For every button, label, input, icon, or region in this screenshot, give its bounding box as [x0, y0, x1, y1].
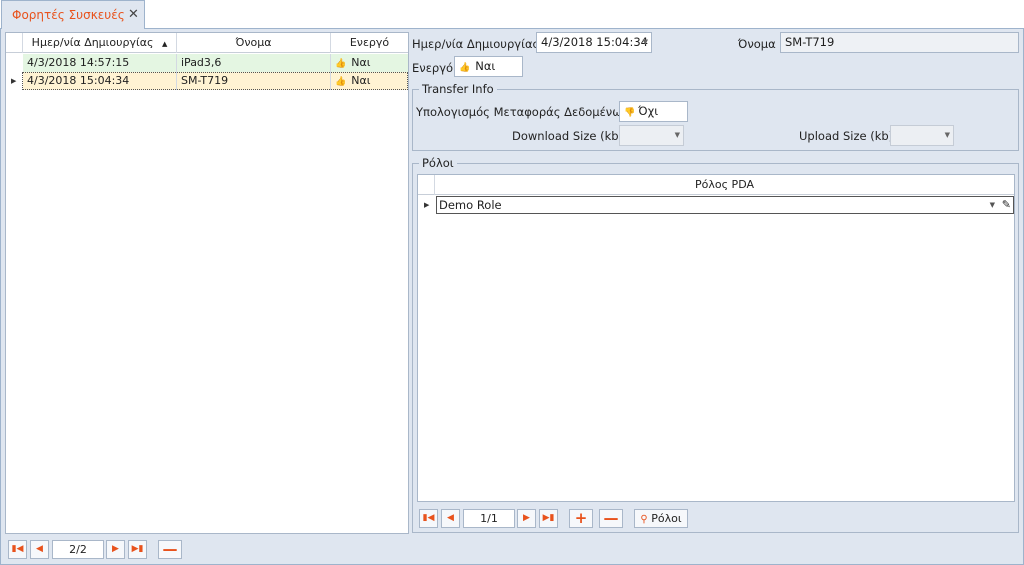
table-row[interactable]: 4/3/2018 14:57:15 iPad3,6 👍 Ναι: [6, 54, 408, 72]
data-transfer-calc-field[interactable]: 👎 Όχι: [619, 101, 688, 122]
name-label: Όνομα: [738, 37, 776, 51]
role-select-editor[interactable]: Demo Role ▼ ✎: [436, 196, 1014, 214]
thumbs-down-icon: 👎: [624, 108, 636, 118]
active-value: Ναι: [351, 56, 371, 69]
add-record-button[interactable]: +: [569, 509, 593, 528]
tab-mobile-devices[interactable]: Φορητές Συσκευές ✕: [1, 0, 145, 30]
tab-strip: [0, 0, 1024, 29]
data-transfer-calc-label: Υπολογισμός Μεταφοράς Δεδομένων: [416, 105, 629, 119]
column-header-created[interactable]: Ημερ/νία Δημιουργίας ▲: [23, 33, 177, 53]
table-row-selected[interactable]: ▶ 4/3/2018 15:04:34 SM-T719 👍 Ναι: [6, 72, 408, 90]
created-date-value: 4/3/2018 15:04:34: [541, 35, 648, 49]
thumbs-up-icon: 👍: [335, 77, 347, 87]
created-date-field[interactable]: 4/3/2018 15:04:34 ▼: [536, 32, 652, 53]
cell-name: SM-T719: [177, 72, 331, 90]
first-record-button[interactable]: ▮◀: [419, 509, 438, 528]
column-header-active[interactable]: Ενεργό: [331, 33, 408, 53]
devices-grid: Ημερ/νία Δημιουργίας ▲ Όνομα Ενεργό 4/3/…: [5, 32, 409, 534]
roles-lookup-button[interactable]: ⚲ Ρόλοι: [634, 509, 688, 528]
active-value: Ναι: [351, 74, 371, 87]
upload-size-field[interactable]: ▼: [890, 125, 954, 146]
roles-title: Ρόλοι: [419, 156, 457, 170]
column-header-label: Ημερ/νία Δημιουργίας: [31, 36, 154, 49]
grid-header: Ημερ/νία Δημιουργίας ▲ Όνομα Ενεργό: [6, 33, 408, 53]
close-icon[interactable]: ✕: [128, 7, 139, 22]
last-record-button[interactable]: ▶▮: [539, 509, 558, 528]
remove-record-button[interactable]: —: [158, 540, 182, 559]
active-field-value: Ναι: [475, 59, 496, 73]
download-size-field[interactable]: ▼: [619, 125, 684, 146]
upload-size-label: Upload Size (kb): [799, 129, 894, 143]
row-indicator-icon: ▶: [11, 77, 17, 85]
previous-record-button[interactable]: ◀: [30, 540, 49, 559]
dropdown-arrow-icon[interactable]: ▼: [990, 197, 995, 213]
roles-grid: Ρόλος PDA ▶ Demo Role ▼ ✎: [417, 174, 1015, 502]
remove-record-button[interactable]: —: [599, 509, 623, 528]
row-indicator-icon: ▶: [424, 201, 430, 209]
dropdown-arrow-icon[interactable]: ▼: [643, 33, 648, 52]
dropdown-arrow-icon[interactable]: ▼: [945, 126, 950, 145]
last-record-button[interactable]: ▶▮: [128, 540, 147, 559]
next-record-button[interactable]: ▶: [517, 509, 536, 528]
indicator-column-header: [418, 175, 435, 195]
first-record-button[interactable]: ▮◀: [8, 540, 27, 559]
pencil-icon[interactable]: ✎: [1002, 197, 1011, 213]
role-value: Demo Role: [439, 198, 502, 212]
name-field[interactable]: SM-T719: [780, 32, 1019, 53]
column-header-name[interactable]: Όνομα: [177, 33, 331, 53]
cell-active: 👍 Ναι: [331, 54, 408, 72]
cell-created: 4/3/2018 15:04:34: [23, 72, 177, 90]
previous-record-button[interactable]: ◀: [441, 509, 460, 528]
sort-ascending-icon: ▲: [161, 40, 168, 48]
roles-grid-header: Ρόλος PDA: [418, 175, 1014, 195]
created-label: Ημερ/νία Δημιουργίας: [412, 37, 540, 51]
thumbs-up-icon: 👍: [459, 63, 471, 73]
tab-label: Φορητές Συσκευές: [12, 8, 125, 22]
data-transfer-calc-value: Όχι: [638, 104, 659, 118]
cell-active: 👍 Ναι: [331, 72, 408, 90]
search-icon: ⚲: [640, 514, 648, 525]
active-label: Ενεργό: [412, 61, 454, 75]
roles-button-label: Ρόλοι: [651, 512, 682, 525]
column-header-role[interactable]: Ρόλος PDA: [435, 175, 1014, 195]
indicator-column-header: [6, 33, 23, 53]
download-size-label: Download Size (kb): [512, 129, 624, 143]
cell-created: 4/3/2018 14:57:15: [23, 54, 177, 72]
transfer-info-title: Transfer Info: [419, 82, 497, 96]
dropdown-arrow-icon[interactable]: ▼: [675, 126, 680, 145]
record-position: 1/1: [463, 509, 515, 528]
cell-name: iPad3,6: [177, 54, 331, 72]
record-position: 2/2: [52, 540, 104, 559]
next-record-button[interactable]: ▶: [106, 540, 125, 559]
thumbs-up-icon: 👍: [335, 59, 347, 69]
active-field[interactable]: 👍 Ναι: [454, 56, 523, 77]
